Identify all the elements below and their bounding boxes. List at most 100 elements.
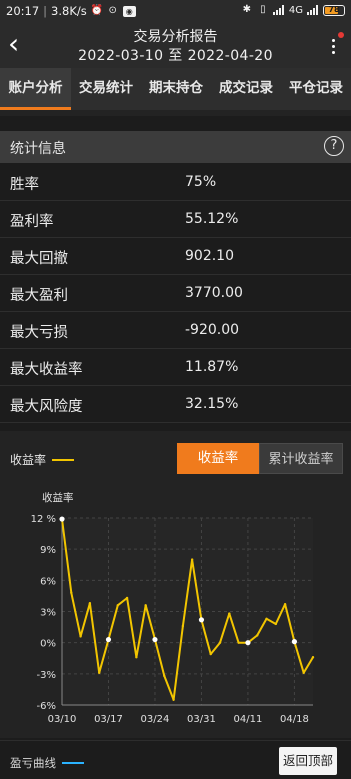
stat-value: 75% bbox=[185, 174, 217, 190]
lock-icon: ⊙ bbox=[108, 5, 117, 16]
notification-dot bbox=[338, 32, 344, 38]
stat-row-max-risk: 最大风险度 32.15% bbox=[0, 386, 351, 423]
data-point bbox=[97, 671, 101, 674]
data-point bbox=[181, 624, 185, 628]
stat-label: 最大收益率 bbox=[10, 362, 83, 378]
data-point bbox=[152, 636, 158, 643]
network-type: 4G bbox=[288, 4, 303, 16]
wechat-icon: ◉ bbox=[122, 5, 136, 17]
y-tick-label: -3% bbox=[37, 670, 56, 681]
tab-trade-stats[interactable]: 交易统计 bbox=[71, 68, 141, 110]
stat-value: -920.00 bbox=[185, 322, 240, 338]
data-point bbox=[135, 656, 138, 659]
stat-value: 902.10 bbox=[185, 248, 234, 264]
stat-label: 最大风险度 bbox=[10, 399, 83, 415]
stat-label: 最大盈利 bbox=[10, 288, 68, 304]
mute-alarm-icon: ⏰ bbox=[90, 5, 104, 16]
tab-deal-records[interactable]: 成交记录 bbox=[211, 68, 281, 110]
y-tick-label: 12 % bbox=[31, 514, 56, 525]
status-time: 20:17 bbox=[6, 4, 40, 18]
help-icon[interactable]: ? bbox=[324, 136, 344, 156]
app-header: ‹ 交易分析报告 2022-03-10 至 2022-04-20 bbox=[0, 22, 351, 68]
more-menu-button[interactable] bbox=[325, 32, 344, 56]
stat-row-max-drawdown: 最大回撤 902.10 bbox=[0, 238, 351, 275]
tab-close-records[interactable]: 平仓记录 bbox=[281, 68, 351, 110]
y-tick-label: 6% bbox=[40, 576, 56, 587]
tab-end-positions[interactable]: 期末持仓 bbox=[141, 68, 211, 110]
stat-row-max-yield: 最大收益率 11.87% bbox=[0, 349, 351, 386]
date-to-word: 至 bbox=[168, 48, 183, 64]
stat-label: 最大亏损 bbox=[10, 325, 68, 341]
legend-swatch bbox=[52, 458, 75, 461]
more-dots-icon bbox=[332, 39, 335, 42]
date-from: 2022-03-10 bbox=[78, 48, 164, 64]
page-title: 交易分析报告 bbox=[133, 29, 218, 45]
y-axis-label: 收益率 bbox=[42, 491, 74, 504]
stat-row-profit-rate: 盈利率 55.12% bbox=[0, 201, 351, 238]
stat-row-max-profit: 最大盈利 3770.00 bbox=[0, 275, 351, 312]
x-tick-label: 04/11 bbox=[234, 714, 263, 725]
data-point bbox=[302, 671, 305, 674]
x-tick-label: 03/10 bbox=[48, 714, 77, 725]
data-point bbox=[144, 604, 147, 607]
data-point bbox=[209, 652, 212, 656]
data-point bbox=[190, 558, 194, 561]
stat-value: 11.87% bbox=[185, 359, 239, 375]
scrolled-content-strip bbox=[0, 110, 351, 116]
x-tick-label: 03/24 bbox=[141, 714, 170, 725]
data-point bbox=[311, 656, 315, 659]
tab-bar: 账户分析 交易统计 期末持仓 成交记录 平仓记录 bbox=[0, 68, 351, 110]
x-tick-label: 03/31 bbox=[187, 714, 216, 725]
data-point bbox=[228, 612, 231, 615]
data-point bbox=[172, 698, 175, 702]
yield-toggle-button[interactable]: 收益率 bbox=[177, 443, 259, 474]
stats-section-header: 统计信息 ? bbox=[0, 131, 351, 163]
data-point bbox=[256, 634, 259, 637]
data-point bbox=[198, 617, 205, 623]
signal-icon bbox=[272, 5, 285, 15]
stats-list: 胜率 75% 盈利率 55.12% 最大回撤 902.10 最大盈利 3770.… bbox=[0, 164, 351, 423]
battery-level: 78 bbox=[328, 4, 340, 14]
data-point bbox=[291, 639, 298, 645]
data-point bbox=[88, 601, 92, 605]
data-point bbox=[59, 516, 65, 522]
back-to-top-button[interactable]: 返回顶部 bbox=[279, 747, 337, 775]
stat-label: 最大回撤 bbox=[10, 251, 68, 267]
stat-label: 盈利率 bbox=[10, 214, 54, 230]
stat-value: 55.12% bbox=[185, 211, 239, 227]
data-point bbox=[245, 640, 251, 646]
data-point bbox=[163, 674, 166, 678]
data-point bbox=[125, 596, 129, 600]
data-point bbox=[283, 603, 287, 606]
pnl-legend-label: 盈亏曲线 bbox=[10, 756, 56, 770]
stat-value: 32.15% bbox=[185, 396, 239, 412]
status-speed: 3.8K/s bbox=[51, 4, 87, 18]
footer-bar: 盈亏曲线 返回顶部 bbox=[0, 740, 351, 779]
data-point bbox=[237, 641, 240, 644]
date-range: 2022-03-10 至 2022-04-20 bbox=[0, 45, 351, 65]
data-point bbox=[218, 641, 222, 644]
cumulative-yield-toggle-button[interactable]: 累计收益率 bbox=[259, 443, 343, 474]
x-tick-label: 03/17 bbox=[94, 714, 123, 725]
data-point bbox=[105, 636, 112, 643]
pnl-legend-swatch bbox=[62, 762, 84, 764]
stats-title: 统计信息 bbox=[10, 141, 66, 157]
x-tick-label: 04/18 bbox=[280, 714, 309, 725]
data-point bbox=[274, 622, 278, 626]
stat-value: 3770.00 bbox=[185, 285, 243, 301]
legend-label: 收益率 bbox=[10, 453, 47, 467]
pnl-curve-legend: 盈亏曲线 bbox=[10, 755, 84, 771]
data-point bbox=[265, 617, 268, 620]
tab-account-analysis[interactable]: 账户分析 bbox=[0, 68, 71, 110]
status-bar: 20:17 | 3.8K/s ⏰ ⊙ ◉ ✱ ▯ 4G 78 bbox=[0, 0, 351, 22]
battery-icon: 78 bbox=[323, 4, 345, 16]
yield-line-chart: 收益率 12 % 9% 6% 3% 0% -3% -6% 03/10 03/17 03/24 03/3… bbox=[31, 491, 315, 725]
y-tick-label: 9% bbox=[40, 545, 56, 556]
y-tick-label: 0% bbox=[40, 639, 56, 650]
y-tick-label: -6% bbox=[37, 701, 56, 712]
stat-label: 胜率 bbox=[10, 177, 39, 193]
yield-chart-card: 收益率 收益率 累计收益率 收益率 12 % 9% 6% 3% 0% -3% -6% 03/10… bbox=[0, 431, 351, 738]
signal-icon-2 bbox=[307, 5, 319, 15]
data-point bbox=[116, 604, 119, 607]
stat-row-win-rate: 胜率 75% bbox=[0, 164, 351, 201]
